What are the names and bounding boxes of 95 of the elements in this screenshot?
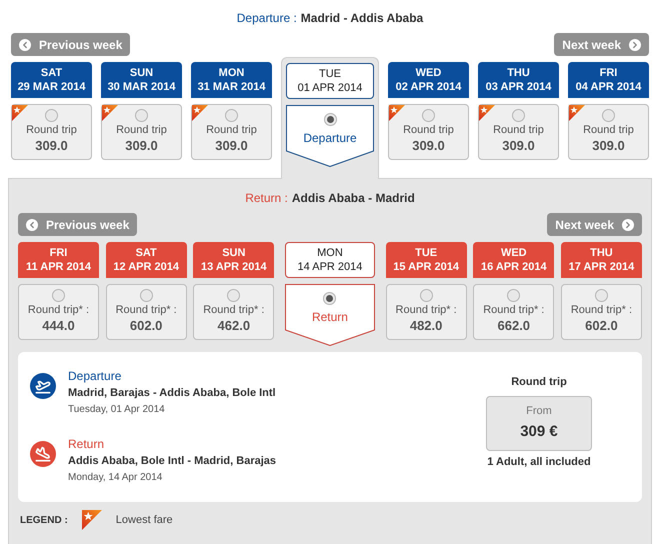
fare-label: Round trip — [116, 123, 167, 137]
fare-label: Round trip* : — [570, 303, 632, 317]
route-title: Madrid - Addis Ababa — [300, 10, 424, 27]
selected-label: Return — [312, 309, 348, 326]
date-header[interactable]: WED 02 APR 2014 — [388, 62, 469, 98]
radio-button[interactable] — [135, 109, 148, 122]
fare-card[interactable]: Round trip* : 602.0 — [560, 284, 642, 340]
route-title: Addis Ababa - Madrid — [292, 190, 415, 207]
leg-title: Return — [68, 436, 106, 452]
fare-label: Round trip — [26, 123, 77, 137]
lowest-fare-ribbon-icon — [479, 105, 495, 121]
chevron-right-icon — [629, 38, 641, 50]
radio-button[interactable] — [45, 109, 58, 122]
date-header[interactable]: THU 17 APR 2014 — [560, 242, 642, 278]
radio-button[interactable] — [225, 109, 238, 122]
fare-price: 309.0 — [125, 138, 158, 154]
plane-landing-icon — [30, 441, 56, 467]
fare-card[interactable]: Round trip 309.0 — [191, 104, 272, 160]
fare-price: 602.0 — [585, 318, 618, 334]
date-header[interactable]: TUE 15 APR 2014 — [386, 242, 467, 278]
date-header[interactable]: SAT 12 APR 2014 — [106, 242, 187, 278]
fare-price: 482.0 — [410, 318, 442, 334]
selected-label: Departure — [303, 130, 357, 147]
fare-label: Round trip* : — [116, 303, 177, 317]
fare-card[interactable]: Round trip 309.0 — [101, 104, 182, 160]
fare-label: Round trip* : — [28, 303, 90, 317]
selected-fare-card[interactable]: Return — [284, 284, 375, 346]
radio-button[interactable] — [227, 289, 240, 302]
fare-price: 309.0 — [215, 138, 248, 154]
radio-button[interactable] — [420, 289, 433, 302]
fare-card[interactable]: Round trip* : 482.0 — [386, 284, 467, 340]
date-header[interactable]: MON 14 APR 2014 — [284, 242, 375, 278]
chevron-left-icon — [19, 38, 31, 50]
fare-price: 602.0 — [130, 318, 162, 334]
lowest-fare-ribbon-icon — [102, 105, 118, 121]
price-note: 1 Adult, all included — [487, 454, 591, 470]
date-header[interactable]: THU 03 APR 2014 — [478, 62, 559, 98]
lowest-fare-ribbon-icon — [389, 105, 405, 121]
radio-button[interactable] — [507, 289, 520, 302]
radio-button[interactable] — [602, 109, 615, 122]
price-heading: Round trip — [511, 375, 567, 390]
fare-label: Round trip — [493, 123, 544, 137]
fare-price: 309.0 — [412, 138, 445, 154]
fare-label: Round trip* : — [203, 303, 264, 317]
date-header[interactable]: SUN 13 APR 2014 — [193, 242, 274, 278]
date-header[interactable]: TUE 01 APR 2014 — [286, 63, 374, 99]
radio-button[interactable] — [52, 289, 65, 302]
radio-button[interactable] — [140, 289, 153, 302]
chevron-right-icon — [622, 218, 634, 230]
fare-card[interactable]: Round trip* : 662.0 — [473, 284, 554, 340]
fare-label: Round trip — [206, 123, 257, 137]
date-header[interactable]: FRI 04 APR 2014 — [568, 62, 649, 98]
fare-price: 309.0 — [592, 138, 625, 154]
fare-card[interactable]: Round trip 309.0 — [478, 104, 559, 160]
lowest-fare-ribbon-icon — [569, 105, 585, 121]
fare-price: 309.0 — [35, 138, 68, 154]
fare-price: 309.0 — [502, 138, 535, 154]
fare-label: Round trip* : — [396, 303, 457, 317]
fare-price: 662.0 — [498, 318, 530, 334]
fare-label: Round trip — [403, 123, 454, 137]
radio-button[interactable] — [594, 289, 608, 302]
fare-label: Round trip — [583, 123, 634, 137]
fare-card[interactable]: Round trip* : 444.0 — [18, 284, 99, 340]
section-title-label: Departure : — [236, 10, 297, 27]
leg-date: Monday, 14 Apr 2014 — [68, 471, 164, 485]
fare-price: 444.0 — [42, 318, 75, 334]
date-header[interactable]: WED 16 APR 2014 — [473, 242, 554, 278]
leg-route: Addis Ababa, Bole Intl - Madrid, Barajas — [68, 454, 276, 469]
plane-takeoff-icon — [30, 373, 56, 399]
leg-route: Madrid, Barajas - Addis Ababa, Bole Intl — [68, 386, 276, 401]
lowest-fare-icon — [82, 510, 102, 530]
fare-label: Round trip* : — [483, 303, 544, 317]
lowest-fare-ribbon-icon — [192, 105, 208, 121]
legend-text: Lowest fare — [116, 512, 173, 528]
radio-button[interactable] — [422, 109, 435, 122]
from-label: From — [526, 404, 552, 418]
date-header[interactable]: FRI 11 APR 2014 — [18, 242, 99, 278]
leg-date: Tuesday, 01 Apr 2014 — [68, 403, 166, 417]
fare-card[interactable]: Round trip 309.0 — [388, 104, 469, 160]
fare-card[interactable]: Round trip* : 462.0 — [193, 284, 274, 340]
radio-button[interactable] — [512, 109, 525, 122]
leg-title: Departure — [68, 368, 122, 384]
lowest-fare-ribbon-icon — [12, 105, 28, 121]
fare-card[interactable]: Round trip 309.0 — [568, 104, 649, 160]
fare-card[interactable]: Round trip 309.0 — [11, 104, 92, 160]
date-header[interactable]: MON 31 MAR 2014 — [191, 62, 272, 98]
date-header[interactable]: SAT 29 MAR 2014 — [11, 62, 92, 98]
selected-fare-card[interactable]: Departure — [286, 105, 374, 167]
legend-label: LEGEND : — [20, 514, 68, 528]
fare-card[interactable]: Round trip* : 602.0 — [106, 284, 187, 340]
fare-price: 462.0 — [218, 318, 250, 334]
chevron-left-icon — [26, 218, 38, 230]
date-header[interactable]: SUN 30 MAR 2014 — [101, 62, 182, 98]
section-title-label: Return : — [245, 190, 288, 207]
price-amount: 309 € — [520, 422, 558, 442]
